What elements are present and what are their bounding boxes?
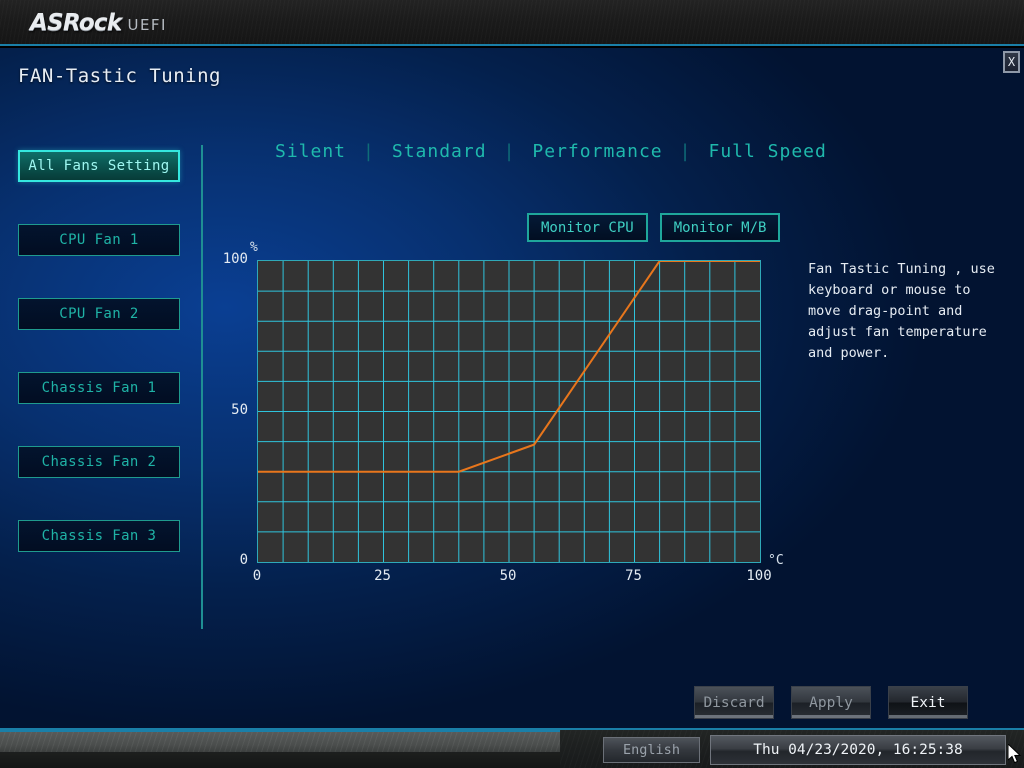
x-axis-tick-label: 75 <box>625 568 642 584</box>
monitor-cpu-button[interactable]: Monitor CPU <box>527 213 648 242</box>
action-button-group: Discard Apply Exit <box>694 686 968 719</box>
preset-tabs: Silent | Standard | Performance | Full S… <box>258 141 844 162</box>
fan-curve-chart[interactable] <box>257 260 761 563</box>
page-title: FAN-Tastic Tuning <box>18 65 221 87</box>
sidebar-item-chassis-fan-1[interactable]: Chassis Fan 1 <box>18 372 180 404</box>
exit-button[interactable]: Exit <box>888 686 968 719</box>
sidebar-item-label: Chassis Fan 1 <box>41 380 157 396</box>
tab-standard[interactable]: Standard <box>375 141 504 162</box>
x-axis-tick-label: 100 <box>746 568 772 584</box>
sidebar: All Fans Setting CPU Fan 1 CPU Fan 2 Cha… <box>0 150 200 594</box>
sidebar-item-label: All Fans Setting <box>28 158 170 174</box>
y-axis-tick-label: 100 <box>222 251 248 267</box>
sidebar-item-chassis-fan-3[interactable]: Chassis Fan 3 <box>18 520 180 552</box>
sidebar-item-label: Chassis Fan 3 <box>41 528 157 544</box>
sidebar-item-label: CPU Fan 1 <box>59 232 139 248</box>
monitor-mb-button[interactable]: Monitor M/B <box>659 213 781 242</box>
sidebar-item-all-fans-setting[interactable]: All Fans Setting <box>18 150 180 182</box>
tab-separator: | <box>679 141 692 162</box>
y-axis-tick-label: 50 <box>231 401 248 418</box>
x-axis-tick-label: 0 <box>252 568 262 584</box>
monitor-button-group: Monitor CPU Monitor M/B <box>527 213 781 242</box>
x-axis-tick-label: 25 <box>374 568 391 584</box>
tab-full-speed[interactable]: Full Speed <box>691 141 843 162</box>
sidebar-item-label: Chassis Fan 2 <box>41 454 157 470</box>
tab-silent[interactable]: Silent <box>258 141 363 162</box>
tab-separator: | <box>503 141 516 162</box>
y-axis-unit-label: % <box>250 240 258 255</box>
uefi-screen: ASRock UEFI FAN-Tastic Tuning X All Fans… <box>0 0 1024 768</box>
datetime-display[interactable]: Thu 04/23/2020, 16:25:38 <box>710 735 1006 765</box>
sidebar-item-chassis-fan-2[interactable]: Chassis Fan 2 <box>18 446 180 478</box>
tab-performance[interactable]: Performance <box>515 141 679 162</box>
brand-name: ASRock <box>30 10 122 36</box>
sidebar-item-label: CPU Fan 2 <box>59 306 139 322</box>
apply-button[interactable]: Apply <box>791 686 871 719</box>
language-button[interactable]: English <box>603 737 700 763</box>
mouse-cursor-icon <box>1008 744 1022 764</box>
discard-button[interactable]: Discard <box>694 686 774 719</box>
close-icon[interactable]: X <box>1003 51 1020 73</box>
chart-svg <box>258 261 760 562</box>
brand-suffix: UEFI <box>127 16 167 34</box>
tab-separator: | <box>363 141 375 162</box>
sidebar-item-cpu-fan-1[interactable]: CPU Fan 1 <box>18 224 180 256</box>
help-description: Fan Tastic Tuning , use keyboard or mous… <box>808 261 1004 361</box>
sidebar-item-cpu-fan-2[interactable]: CPU Fan 2 <box>18 298 180 330</box>
x-axis-tick-label: 50 <box>499 568 517 584</box>
x-axis-unit-label: °C <box>768 553 784 568</box>
top-header-bar: ASRock UEFI <box>0 0 1024 46</box>
asrock-logo: ASRock UEFI <box>30 10 167 36</box>
chart-plot-area[interactable] <box>257 260 761 563</box>
y-axis-tick-label: 0 <box>239 552 248 568</box>
